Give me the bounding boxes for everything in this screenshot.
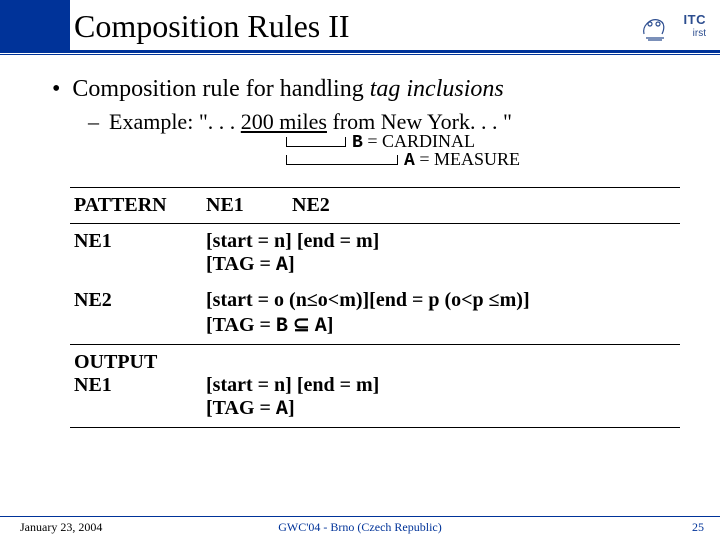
pattern-table: PATTERN NE1 NE2 NE1 [start = n] [end = m… (70, 187, 680, 428)
table-header-row: PATTERN NE1 NE2 (70, 188, 680, 224)
logo-text-top: ITC (684, 12, 706, 27)
th-ne2: NE2 (288, 188, 680, 224)
row-output-label: OUTPUTNE1 (70, 345, 202, 428)
annot-a-prefix: A (404, 151, 415, 171)
row-ne2-label: NE2 (70, 283, 202, 345)
dash-marker: – (88, 109, 109, 135)
row-ne1-label: NE1 (70, 224, 202, 284)
annot-b-rest: = CARDINAL (363, 131, 475, 151)
row-output-cell: [start = n] [end = m][TAG = A] (202, 345, 680, 428)
table-row: NE1 [start = n] [end = m][TAG = A] (70, 224, 680, 284)
th-pattern: PATTERN (70, 188, 202, 224)
example-label: Example: (109, 109, 199, 134)
bracket-b (286, 137, 346, 147)
footer-rule (0, 516, 720, 517)
th-ne1: NE1 (202, 188, 288, 224)
example-quote-open: ". . . (199, 109, 241, 134)
header-rule-thick (0, 50, 720, 53)
slide-body: • Composition rule for handling tag incl… (0, 70, 720, 428)
bullet-marker: • (50, 76, 72, 103)
row-ne2-cell: [start = o (n≤o<m)][end = p (o<p ≤m)][TA… (202, 283, 680, 345)
table-row: OUTPUTNE1 [start = n] [end = m][TAG = A] (70, 345, 680, 428)
table-row: NE2 [start = o (n≤o<m)][end = p (o<p ≤m)… (70, 283, 680, 345)
bullet-line: • Composition rule for handling tag incl… (50, 76, 692, 103)
annot-b-prefix: B (352, 133, 363, 153)
bullet-italic: tag inclusions (370, 76, 504, 102)
logo-text-bottom: irst (693, 28, 706, 39)
slide-title: Composition Rules II (74, 8, 350, 45)
example-underlined: 200 miles (241, 109, 327, 134)
header-rule-thin (0, 54, 720, 55)
corner-box (0, 0, 70, 50)
logo: ITC irst (640, 10, 708, 46)
slide-footer: January 23, 2004 GWC'04 - Brno (Czech Re… (0, 516, 720, 540)
slide-header: Composition Rules II ITC irst (0, 0, 720, 70)
footer-page: 25 (692, 520, 704, 535)
annotation-a: A = MEASURE (404, 149, 520, 171)
bullet-text: Composition rule for handling tag inclus… (72, 76, 503, 103)
footer-center: GWC'04 - Brno (Czech Republic) (0, 520, 720, 535)
bullet-lead: Composition rule for handling (72, 76, 369, 102)
annot-a-rest: = MEASURE (415, 149, 520, 169)
bracket-a (286, 155, 398, 165)
row-ne1-cell: [start = n] [end = m][TAG = A] (202, 224, 680, 284)
annotation-brackets: B = CARDINAL A = MEASURE (50, 137, 692, 183)
